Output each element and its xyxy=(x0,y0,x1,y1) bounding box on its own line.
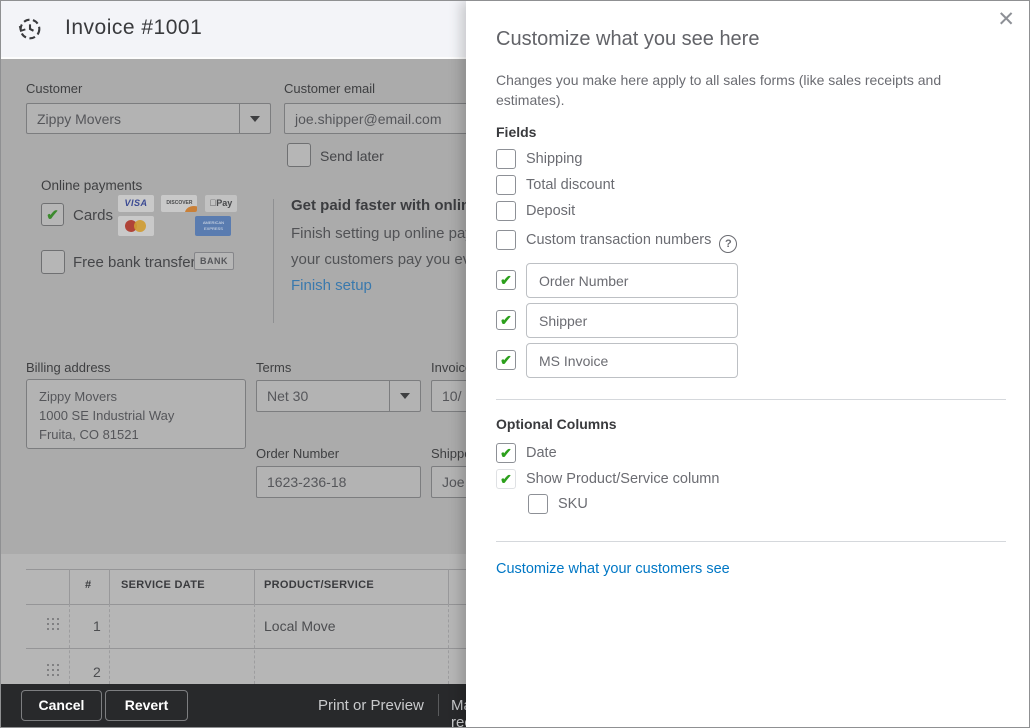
shipper-label: Shipper xyxy=(431,446,466,461)
custom-transaction-numbers-label: Custom transaction numbers? xyxy=(526,232,738,253)
show-product-service-label: Show Product/Service column xyxy=(526,471,720,487)
order-number-input[interactable]: 1623-236-18 xyxy=(256,466,421,498)
shipper-input[interactable]: Joe xyxy=(431,466,466,498)
send-later-checkbox[interactable] xyxy=(287,143,311,167)
customer-value: Zippy Movers xyxy=(37,110,122,127)
drawer-title: Customize what you see here xyxy=(496,28,760,50)
invoice-footer-bar: Cancel Revert Print or Preview Make recu… xyxy=(1,684,466,727)
customer-select[interactable]: Zippy Movers xyxy=(26,103,271,134)
drawer-subtitle: Changes you make here apply to all sales… xyxy=(496,72,942,109)
page-title: Invoice #1001 xyxy=(65,16,203,39)
customize-drawer: ✕ Customize what you see here Changes yo… xyxy=(466,1,1029,727)
col-header-product-service: PRODUCT/SERVICE xyxy=(264,579,375,591)
terms-label: Terms xyxy=(256,360,292,375)
card-brand-icons: VISA DISCOVER Pay AMERICANEXPRESS xyxy=(118,195,237,236)
show-product-service-checkbox[interactable] xyxy=(496,469,516,489)
row-drag-handle-icon[interactable] xyxy=(47,618,59,630)
section-divider xyxy=(496,541,1006,542)
shipper-field-checkbox[interactable] xyxy=(496,310,516,330)
print-or-preview-button[interactable]: Print or Preview xyxy=(318,697,424,714)
free-bank-transfer-label: Free bank transfer xyxy=(73,254,196,271)
footer-divider xyxy=(438,694,439,716)
total-discount-checkbox[interactable] xyxy=(496,175,516,195)
col-header-service-date: SERVICE DATE xyxy=(121,579,205,591)
promo-line-2: your customers pay you eve xyxy=(291,251,466,268)
billing-address-textarea[interactable]: Zippy Movers 1000 SE Industrial Way Frui… xyxy=(26,379,246,449)
customer-email-label: Customer email xyxy=(284,81,376,96)
promo-divider xyxy=(273,199,274,323)
app-window: Invoice #1001 Customer Zippy Movers Cust… xyxy=(0,0,1030,728)
ms-invoice-field-checkbox[interactable] xyxy=(496,350,516,370)
order-number-field-checkbox[interactable] xyxy=(496,270,516,290)
row-drag-handle-icon[interactable] xyxy=(47,664,59,676)
billing-line: 1000 SE Industrial Way xyxy=(39,407,175,423)
order-number-label: Order Number xyxy=(256,446,340,461)
sku-checkbox[interactable] xyxy=(528,494,548,514)
cards-label: Cards xyxy=(73,207,114,224)
col-header-number: # xyxy=(85,579,92,591)
terms-select[interactable]: Net 30 xyxy=(256,380,421,412)
recurring-history-icon[interactable] xyxy=(16,15,44,43)
make-recurring-button[interactable]: Make recurring xyxy=(451,697,466,727)
shipper-value: Joe xyxy=(442,474,465,490)
terms-value: Net 30 xyxy=(267,388,309,404)
customer-email-input[interactable]: joe.shipper@email.com xyxy=(284,103,466,134)
date-column-checkbox[interactable] xyxy=(496,443,516,463)
online-payments-label: Online payments xyxy=(41,178,143,193)
invoice-date-label: Invoice date xyxy=(431,360,466,375)
close-icon[interactable]: ✕ xyxy=(997,9,1015,30)
mastercard-icon xyxy=(118,216,154,236)
customize-customers-link[interactable]: Customize what your customers see xyxy=(496,561,730,577)
order-number-value: 1623-236-18 xyxy=(267,474,347,490)
dropdown-caret-icon[interactable] xyxy=(239,104,270,133)
invoice-header: Invoice #1001 xyxy=(1,1,466,59)
bank-badge: BANK xyxy=(194,252,234,270)
deposit-label: Deposit xyxy=(526,203,576,219)
billing-line: Fruita, CO 81521 xyxy=(39,426,139,442)
row2-number: 2 xyxy=(93,664,101,680)
help-icon[interactable]: ? xyxy=(719,235,738,253)
fields-heading: Fields xyxy=(496,124,537,140)
finish-setup-link[interactable]: Finish setup xyxy=(291,277,372,294)
free-bank-transfer-checkbox[interactable] xyxy=(41,250,65,274)
optional-columns-heading: Optional Columns xyxy=(496,416,617,432)
customer-email-value: joe.shipper@email.com xyxy=(295,110,442,127)
custom-transaction-numbers-checkbox[interactable] xyxy=(496,230,516,250)
customer-label: Customer xyxy=(26,81,83,96)
visa-icon: VISA xyxy=(118,195,154,212)
invoice-form-dimmed: Invoice #1001 Customer Zippy Movers Cust… xyxy=(1,1,466,727)
row1-product-service[interactable]: Local Move xyxy=(264,618,336,634)
applepay-icon: Pay xyxy=(204,195,237,212)
invoice-date-value: 10/ xyxy=(442,388,462,404)
billing-address-label: Billing address xyxy=(26,360,111,375)
section-divider xyxy=(496,399,1006,400)
sku-label: SKU xyxy=(558,496,588,512)
discover-icon: DISCOVER xyxy=(161,195,198,212)
amex-icon: AMERICAN EXPRESS xyxy=(195,216,232,236)
invoice-date-input[interactable]: 10/ xyxy=(431,380,466,412)
dropdown-caret-icon[interactable] xyxy=(389,381,420,411)
revert-button[interactable]: Revert xyxy=(105,690,188,721)
deposit-checkbox[interactable] xyxy=(496,201,516,221)
shipper-field-input[interactable] xyxy=(526,303,738,338)
promo-line-1: Finish setting up online pay xyxy=(291,225,466,242)
billing-line: Zippy Movers xyxy=(39,389,118,404)
promo-heading: Get paid faster with online xyxy=(291,197,466,214)
send-later-label: Send later xyxy=(320,148,384,164)
row1-number: 1 xyxy=(93,618,101,634)
cards-checkbox[interactable] xyxy=(41,203,64,226)
total-discount-label: Total discount xyxy=(526,177,615,193)
ms-invoice-field-input[interactable] xyxy=(526,343,738,378)
line-items-table: # SERVICE DATE PRODUCT/SERVICE 1 Local M… xyxy=(1,554,466,684)
shipping-checkbox[interactable] xyxy=(496,149,516,169)
date-column-label: Date xyxy=(526,445,557,461)
shipping-label: Shipping xyxy=(526,151,583,167)
order-number-field-input[interactable] xyxy=(526,263,738,298)
cancel-button[interactable]: Cancel xyxy=(21,690,102,721)
